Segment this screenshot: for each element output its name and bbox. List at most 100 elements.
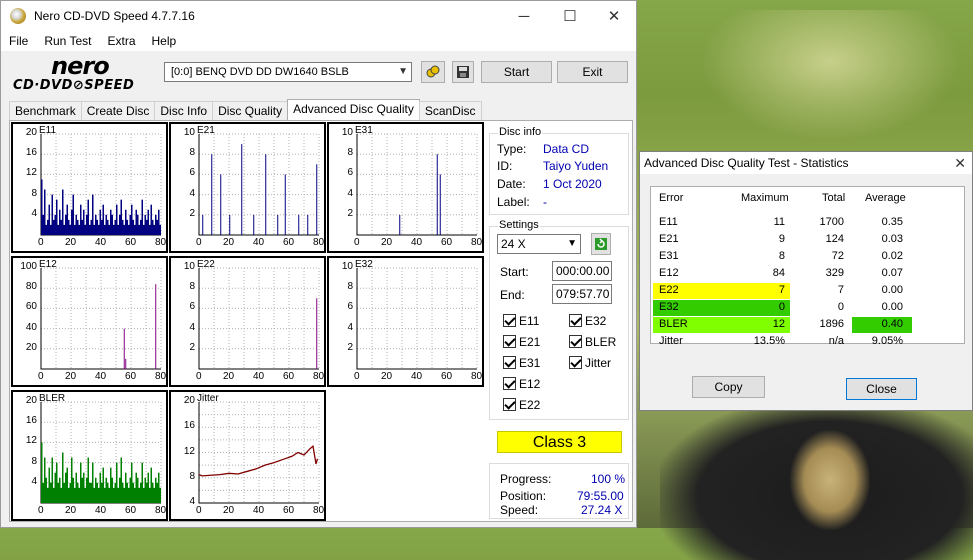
cell-name: E32 <box>659 301 679 313</box>
y-tick-label: 10 <box>183 127 195 138</box>
drive-select[interactable]: [0:0] BENQ DVD DD DW1640 BSLB ▼ <box>164 62 412 82</box>
checkbox-bler[interactable] <box>569 335 582 348</box>
cell-max: 7 <box>778 284 785 296</box>
cell-name: E31 <box>659 250 679 262</box>
graph-bler: BLER 4 8 12 16 20 0 20 40 60 80 <box>11 390 168 521</box>
menu-extra[interactable]: Extra <box>99 34 143 48</box>
tab-disc-info[interactable]: Disc Info <box>154 101 214 120</box>
x-tick-label: 0 <box>196 505 202 516</box>
tab-scandisc[interactable]: ScanDisc <box>418 101 482 120</box>
settings-title: Settings <box>498 219 540 231</box>
checkbox-e32[interactable] <box>569 314 582 327</box>
menu-help[interactable]: Help <box>144 34 185 48</box>
y-tick-label: 8 <box>347 147 353 159</box>
cell-max: 12 <box>772 318 785 330</box>
cell-total: 329 <box>825 267 844 279</box>
table-row: E22 7 7 0.00 <box>651 283 964 300</box>
x-tick-label: 0 <box>354 237 360 248</box>
y-tick-label: 20 <box>25 127 37 138</box>
chevron-down-icon: ▼ <box>398 66 408 77</box>
x-tick-label: 40 <box>253 505 265 516</box>
cell-total: 72 <box>831 250 844 262</box>
end-label: End: <box>500 288 525 302</box>
cell-avg: 9.05% <box>871 335 903 347</box>
refresh-button[interactable] <box>591 233 611 255</box>
x-tick-label: 20 <box>223 505 235 516</box>
x-tick-label: 60 <box>283 371 295 382</box>
table-row: E12 84 329 0.07 <box>651 266 964 283</box>
statistics-close-icon[interactable]: ✕ <box>954 152 966 174</box>
checkbox-e11-label: E11 <box>519 314 540 328</box>
exit-button[interactable]: Exit <box>557 61 628 83</box>
x-tick-label: 0 <box>38 237 44 248</box>
checkbox-e22[interactable] <box>503 398 516 411</box>
x-tick-label: 0 <box>196 371 202 382</box>
x-tick-label: 60 <box>441 237 453 248</box>
disc-date-value: 1 Oct 2020 <box>543 177 602 191</box>
cell-total: 124 <box>825 233 844 245</box>
x-tick-label: 60 <box>283 505 295 516</box>
copy-button[interactable]: Copy <box>692 376 765 398</box>
checkbox-jitter[interactable] <box>569 356 582 369</box>
checkbox-e31-label: E31 <box>519 356 541 370</box>
end-input[interactable]: 079:57.70 <box>552 284 612 304</box>
y-tick-label: 4 <box>189 496 195 507</box>
menu-run-test[interactable]: Run Test <box>36 34 99 48</box>
y-tick-label: 16 <box>25 147 37 159</box>
checkbox-e12[interactable] <box>503 377 516 390</box>
x-tick-label: 40 <box>253 371 265 382</box>
y-tick-label: 10 <box>183 261 195 272</box>
start-input[interactable]: 000:00.00 <box>552 261 612 281</box>
statistics-title: Advanced Disc Quality Test - Statistics <box>644 156 849 170</box>
save-button[interactable] <box>452 61 474 83</box>
y-tick-label: 8 <box>189 281 195 293</box>
minimize-button[interactable]: ─ <box>501 1 547 31</box>
eject-button[interactable] <box>421 61 445 83</box>
eject-icon <box>426 65 440 78</box>
cell-total: n/a <box>828 335 844 347</box>
tab-create-disc[interactable]: Create Disc <box>80 101 156 120</box>
maximize-button[interactable]: ☐ <box>547 1 593 31</box>
y-tick-label: 40 <box>25 321 37 333</box>
x-tick-label: 20 <box>223 371 235 382</box>
tab-benchmark[interactable]: Benchmark <box>9 101 82 120</box>
x-tick-label: 0 <box>38 371 44 382</box>
speed-select[interactable]: 24 X ▼ <box>497 234 581 254</box>
cell-total: 0 <box>837 301 844 313</box>
start-button[interactable]: Start <box>481 61 552 83</box>
cell-max: 0 <box>778 301 785 313</box>
chevron-down-icon: ▼ <box>567 238 577 249</box>
header-total: Total <box>822 192 846 204</box>
cell-avg: 0.40 <box>881 318 903 330</box>
tab-advanced-disc-quality[interactable]: Advanced Disc Quality <box>287 99 420 120</box>
x-tick-label: 60 <box>125 371 137 382</box>
table-row: Jitter 13.5% n/a 9.05% <box>651 334 964 351</box>
table-row: E11 11 1700 0.35 <box>651 215 964 232</box>
cell-name: E11 <box>659 216 678 228</box>
disc-info-title: Disc info <box>498 126 543 138</box>
menu-file[interactable]: File <box>1 34 36 48</box>
y-tick-label: 8 <box>189 470 195 482</box>
nero-logo: nero <box>51 52 110 80</box>
graph-e21: E21 2 4 6 8 10 0 20 40 60 80 <box>169 122 326 253</box>
checkbox-e32-label: E32 <box>585 314 607 328</box>
app-icon <box>10 8 26 24</box>
y-tick-label: 60 <box>25 301 37 313</box>
y-tick-label: 2 <box>189 341 195 353</box>
cell-name: BLER <box>659 318 688 330</box>
table-row: E31 8 72 0.02 <box>651 249 964 266</box>
x-tick-label: 80 <box>313 237 325 248</box>
graphs-area: E11 4 8 12 16 20 0 20 40 60 80 E21 2 4 6 8 10 0 20 40 60 80 E3… <box>11 122 485 521</box>
close-dialog-button[interactable]: Close <box>846 378 917 400</box>
cell-name: E21 <box>659 233 679 245</box>
close-button[interactable]: ✕ <box>591 1 637 31</box>
checkbox-e11[interactable] <box>503 314 516 327</box>
x-tick-label: 20 <box>381 371 393 382</box>
y-tick-label: 6 <box>347 167 353 179</box>
cell-total: 1896 <box>819 318 844 330</box>
checkbox-e21[interactable] <box>503 335 516 348</box>
y-tick-label: 12 <box>183 445 195 457</box>
checkbox-e31[interactable] <box>503 356 516 369</box>
tab-disc-quality[interactable]: Disc Quality <box>212 101 289 120</box>
graph-e11: E11 4 8 12 16 20 0 20 40 60 80 <box>11 122 168 253</box>
